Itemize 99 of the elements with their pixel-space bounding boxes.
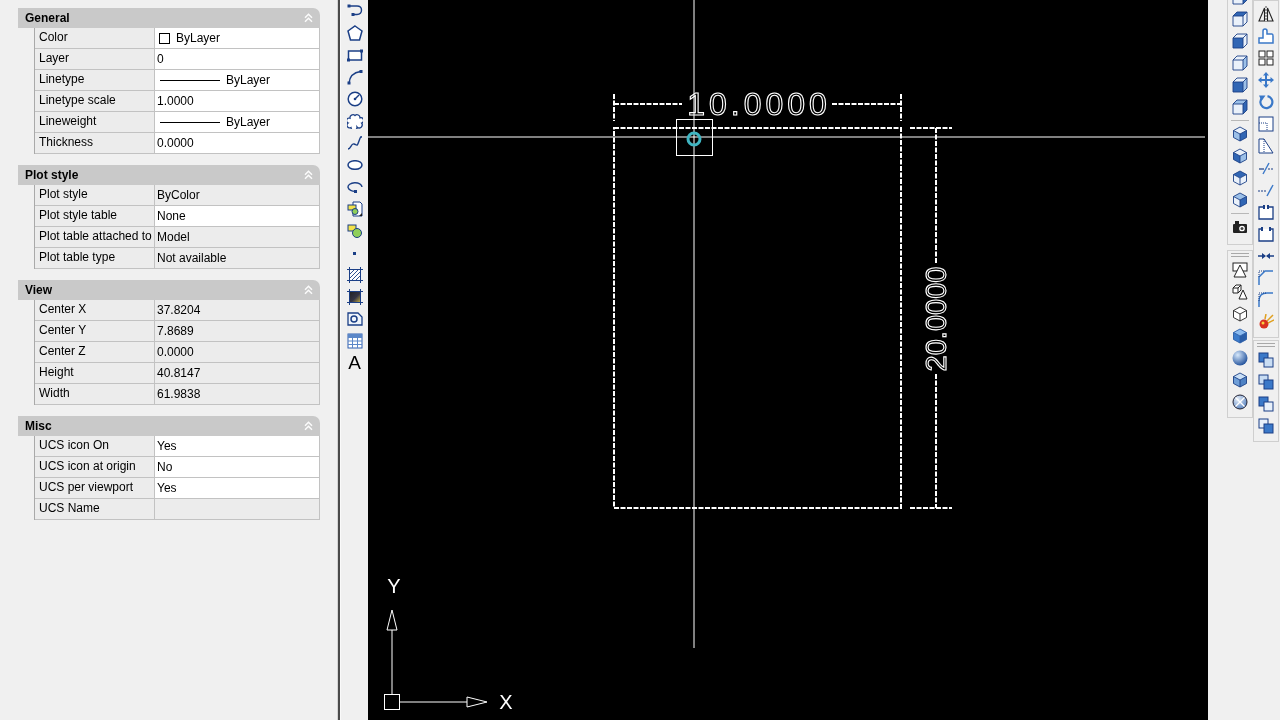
shape-outline-icon[interactable] (346, 311, 363, 327)
dimension-text: 10.0000 (687, 86, 831, 122)
property-label: Plot style table (35, 206, 155, 226)
property-label: Layer (35, 49, 155, 69)
property-label: UCS per viewport (35, 478, 155, 498)
property-label: Thickness (35, 133, 155, 153)
cube-icon[interactable] (1232, 126, 1248, 142)
cube-icon[interactable] (1232, 33, 1248, 49)
property-field[interactable]: 1.0000 (155, 91, 319, 111)
sphere-cross-icon[interactable] (1232, 394, 1248, 410)
camera-icon[interactable] (1232, 219, 1248, 235)
rectangle-icon[interactable] (346, 47, 363, 63)
ellipse-arc-icon[interactable] (346, 181, 363, 193)
solid-cube-icon[interactable] (1232, 328, 1248, 344)
line-sample-icon (160, 121, 220, 123)
property-label: Plot table attached to (35, 227, 155, 247)
section-header[interactable]: Plot style (18, 165, 320, 185)
line-sample-icon (160, 79, 220, 81)
cube-icon[interactable] (1232, 99, 1248, 115)
origin-square-icon (384, 694, 400, 710)
curve-outline-icon[interactable] (1258, 28, 1274, 44)
cloud-icon[interactable] (346, 113, 363, 129)
property-label: UCS icon On (35, 436, 155, 456)
axis-label: X (499, 691, 513, 713)
property-field: 61.9838 (155, 384, 319, 404)
property-field[interactable]: None (155, 206, 319, 226)
four-way-arrow-icon[interactable] (1258, 72, 1274, 88)
property-label: UCS icon at origin (35, 457, 155, 477)
corner-icon[interactable] (1258, 270, 1274, 286)
property-label: Width (35, 384, 155, 404)
arc-icon[interactable] (346, 69, 363, 85)
wave-icon[interactable] (346, 135, 363, 151)
property-field: 7.8689 (155, 321, 319, 341)
cube-outline-icon[interactable] (1232, 306, 1248, 322)
slash-line-icon[interactable] (1258, 160, 1274, 176)
cube-cone-icon[interactable] (1232, 284, 1248, 300)
property-field[interactable]: Yes (155, 478, 319, 498)
property-label: Linetype scale (35, 91, 155, 111)
cube-icon[interactable] (1232, 148, 1248, 164)
gradient-square-icon[interactable] (346, 289, 363, 305)
property-label: Center Z (35, 342, 155, 362)
property-label: Center X (35, 300, 155, 320)
property-label: Linetype (35, 70, 155, 90)
property-field: 40.8147 (155, 363, 319, 383)
pentagon-icon[interactable] (346, 25, 363, 41)
cube-icon[interactable] (1232, 11, 1248, 27)
property-field: 37.8204 (155, 300, 319, 320)
section-header[interactable]: View (18, 280, 320, 300)
hatched-square-icon[interactable] (346, 267, 363, 283)
slash-line-icon[interactable] (1258, 182, 1274, 198)
property-label: Plot style (35, 185, 155, 205)
property-field[interactable]: ByLayer (155, 112, 319, 132)
ring-icon (686, 131, 702, 147)
property-field[interactable]: 0 (155, 49, 319, 69)
property-field[interactable]: 0.0000 (155, 133, 319, 153)
property-label: Lineweight (35, 112, 155, 132)
triangle-icon[interactable] (1258, 138, 1274, 154)
property-label: UCS Name (35, 499, 155, 519)
sparkle-icon[interactable] (1258, 314, 1274, 330)
axis-label: Y (387, 575, 401, 597)
sphere-icon[interactable] (1232, 350, 1248, 366)
color-swatch-icon (159, 32, 170, 44)
overlapping-squares-icon[interactable] (1258, 374, 1274, 390)
overlapping-squares-icon[interactable] (1258, 418, 1274, 434)
triangle-frame-icon[interactable] (1232, 262, 1248, 278)
property-label: Color (35, 28, 155, 48)
property-label: Height (35, 363, 155, 383)
circle-icon[interactable] (346, 91, 363, 107)
property-field: Model (155, 227, 319, 247)
cube-icon[interactable] (1232, 192, 1248, 208)
table-icon[interactable] (346, 333, 363, 349)
overlapping-squares-icon[interactable] (1258, 396, 1274, 412)
shapes-icon[interactable] (346, 223, 363, 239)
property-field[interactable]: ByLayer (155, 70, 319, 90)
overlapping-squares-icon[interactable] (1258, 352, 1274, 368)
cube-icon[interactable] (1232, 55, 1248, 71)
cube-icon[interactable] (1232, 372, 1248, 388)
cube-icon[interactable] (1232, 170, 1248, 186)
cube-icon[interactable] (1232, 77, 1248, 93)
polyline-icon[interactable] (346, 3, 363, 19)
property-field[interactable]: Yes (155, 436, 319, 456)
dotted-square-icon[interactable] (1258, 116, 1274, 132)
section-header[interactable]: General (18, 8, 320, 28)
circular-arrow-icon[interactable] (1258, 94, 1274, 110)
dimension-text: 20.0000 (920, 266, 952, 372)
property-field: ByColor (155, 185, 319, 205)
property-field[interactable]: No (155, 457, 319, 477)
grid-icon[interactable] (1258, 50, 1274, 66)
mirrored-triangles-icon[interactable] (1258, 6, 1274, 22)
property-field: 0.0000 (155, 342, 319, 362)
property-label: Plot table type (35, 248, 155, 268)
property-field: Not available (155, 248, 319, 268)
section-header[interactable]: Misc (18, 416, 320, 436)
shapes-icon[interactable] (346, 201, 363, 217)
property-label: Center Y (35, 321, 155, 341)
rounded-corner-icon[interactable] (1258, 292, 1274, 308)
property-field[interactable]: ByLayer (155, 28, 319, 48)
text-tool-button[interactable]: A (348, 353, 361, 373)
drawing-canvas[interactable]: 10.0000 20.0000 X Y (368, 0, 1208, 720)
